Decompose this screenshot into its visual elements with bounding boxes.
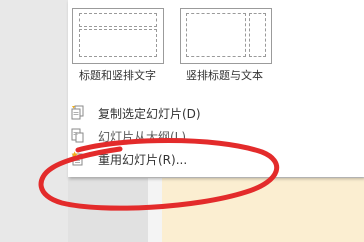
- title-placeholder-outline: [79, 13, 157, 27]
- reuse-slides-icon: [71, 151, 83, 166]
- new-slide-dropdown-menu: 标题和竖排文字 竖排标题与文本 复制选定幻灯片(D) 幻灯片从大纲(L) 重用幻…: [68, 0, 364, 177]
- menu-item-slides-from-outline[interactable]: 幻灯片从大纲(L): [68, 125, 364, 147]
- menu-item-label: 幻灯片从大纲(L): [98, 130, 187, 144]
- slide-preview-area: [162, 178, 364, 242]
- layout-label: 标题和竖排文字: [79, 69, 156, 82]
- menu-item-label: 重用幻灯片(R)...: [98, 153, 188, 167]
- content-placeholder-outline: [186, 13, 246, 57]
- menu-item-label: 复制选定幻灯片(D): [98, 107, 201, 121]
- title-placeholder-outline: [249, 13, 266, 57]
- duplicate-slide-icon: [71, 105, 84, 120]
- layout-label: 竖排标题与文本: [186, 69, 263, 82]
- slides-from-outline-icon: [71, 128, 84, 143]
- menu-item-duplicate-slides[interactable]: 复制选定幻灯片(D): [68, 102, 364, 124]
- app-left-panel: [0, 0, 68, 242]
- layout-vertical-title-text[interactable]: [180, 8, 272, 64]
- layout-title-vertical-text[interactable]: [72, 8, 164, 64]
- menu-item-reuse-slides[interactable]: 重用幻灯片(R)...: [68, 148, 364, 170]
- content-placeholder-outline: [79, 29, 157, 57]
